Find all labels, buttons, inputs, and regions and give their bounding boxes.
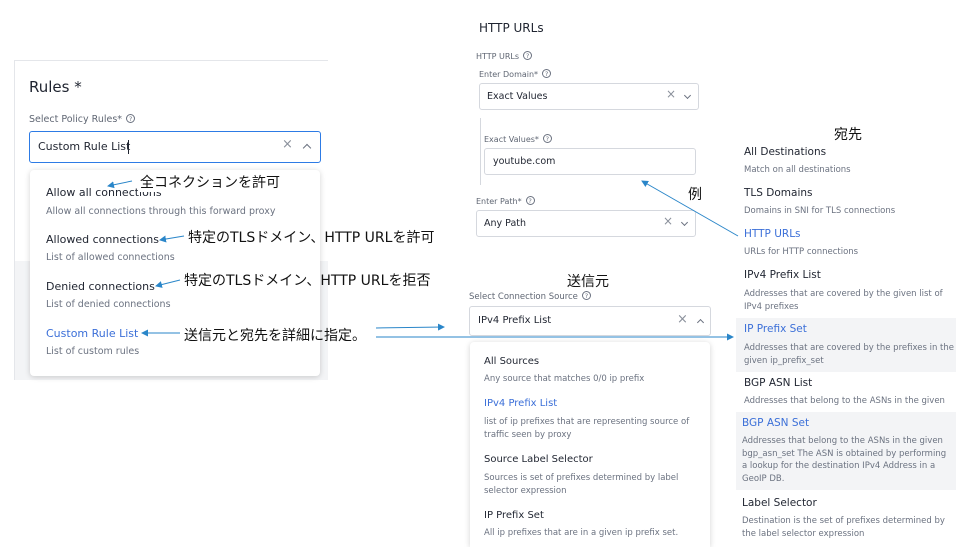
annotation-arrows bbox=[107, 180, 739, 341]
arrow-allow-all bbox=[107, 180, 133, 189]
arrow-to-source bbox=[375, 323, 445, 331]
arrow-allowed bbox=[159, 235, 185, 243]
arrow-denied bbox=[155, 279, 181, 288]
arrow-example bbox=[641, 180, 739, 237]
